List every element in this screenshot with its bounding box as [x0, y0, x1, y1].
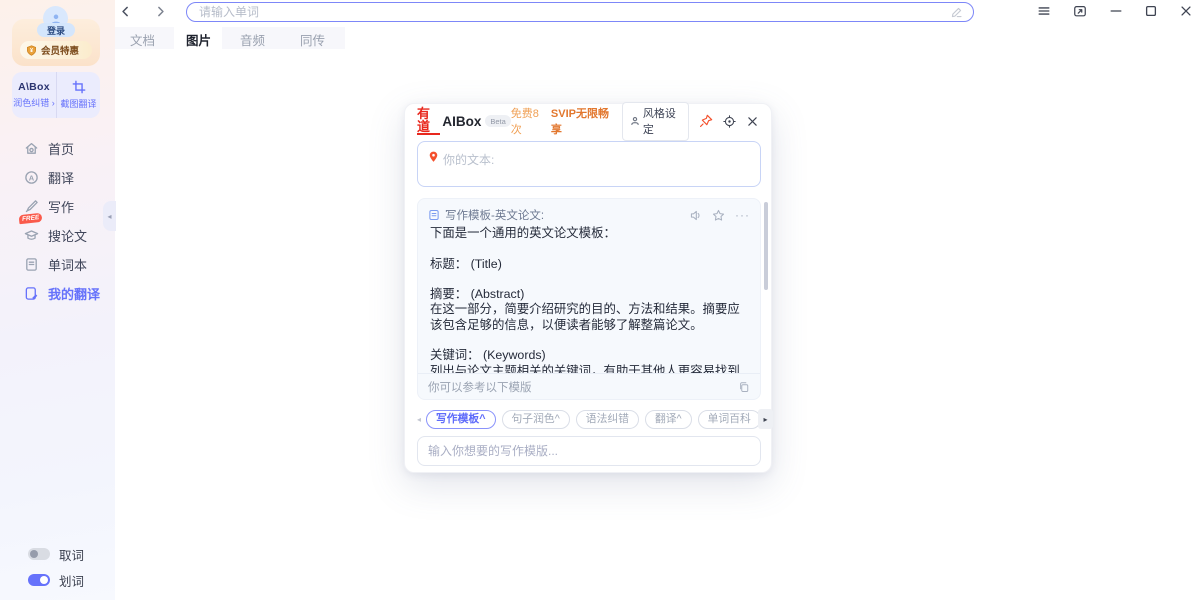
- sidebar-item-label: 单词本: [48, 255, 87, 274]
- mini-window-button[interactable]: [1072, 3, 1088, 19]
- close-icon: [1179, 4, 1193, 18]
- sidebar-item-translate[interactable]: A 翻译: [0, 163, 115, 192]
- result-title: 写作模板-英文论文:: [445, 207, 544, 223]
- chip-translate[interactable]: 翻译^: [645, 410, 692, 429]
- word-select-toggle[interactable]: [28, 574, 50, 586]
- handwriting-pen-icon[interactable]: [950, 6, 963, 19]
- aibox-dialog: 有道 AIBox Beta 免费8次 SVIP无限畅享 风格设定 你的文本:: [404, 103, 772, 473]
- crop-icon: [72, 80, 86, 94]
- back-button[interactable]: [117, 3, 133, 19]
- sidebar-item-wordbook[interactable]: 单词本: [0, 250, 115, 279]
- result-actions: ···: [689, 208, 750, 222]
- collapse-arrow-icon: ◂: [107, 212, 111, 221]
- mini-window-icon: [1073, 4, 1087, 18]
- chip-word-encyclopedia[interactable]: 单词百科: [698, 410, 761, 429]
- sidebar-item-my-translation[interactable]: 我的翻译: [0, 279, 115, 308]
- sidebar: 登录 ¥ 会员特惠 A\Box 润色纠错 › 截图翻译 首页 A 翻译: [0, 0, 115, 600]
- search-bar: [186, 2, 974, 22]
- pin-icon[interactable]: [699, 114, 713, 128]
- sidebar-item-label: 我的翻译: [48, 284, 100, 303]
- tab-audio[interactable]: 音频: [240, 30, 265, 49]
- speaker-icon[interactable]: [689, 209, 702, 222]
- style-setting-button[interactable]: 风格设定: [622, 102, 689, 141]
- minimize-button[interactable]: [1108, 3, 1124, 19]
- template-doc-icon: [428, 209, 440, 221]
- chips-scroll-right-button[interactable]: ▸: [758, 409, 773, 429]
- your-text-input-area[interactable]: 你的文本:: [417, 141, 761, 187]
- chip-writing-template[interactable]: 写作模板^: [426, 410, 496, 429]
- result-card-header: 写作模板-英文论文: ···: [418, 199, 760, 223]
- sidebar-item-label: 搜论文: [48, 226, 87, 245]
- template-result-card: 写作模板-英文论文: ··· 下面是一个通用的英文论文模板： 标题： (Titl…: [417, 198, 761, 400]
- graduation-cap-icon: [24, 228, 39, 243]
- person-icon: [630, 116, 640, 126]
- sidebar-item-home[interactable]: 首页: [0, 134, 115, 163]
- template-prompt-input[interactable]: [418, 437, 760, 465]
- vip-offer-button[interactable]: ¥ 会员特惠: [20, 41, 92, 59]
- more-options-icon[interactable]: ···: [735, 208, 750, 222]
- translate-icon: A: [24, 170, 39, 185]
- hamburger-icon: [1037, 4, 1051, 18]
- aibox-title: AIBox: [442, 114, 481, 129]
- close-window-button[interactable]: [1178, 3, 1194, 19]
- vip-offer-label: 会员特惠: [41, 43, 79, 57]
- tab-document[interactable]: 文档: [130, 30, 155, 49]
- forward-button[interactable]: [152, 3, 168, 19]
- chips-scroller: 写作模板^ 句子润色^ 语法纠错 翻译^ 单词百科 论文去: [426, 410, 761, 429]
- tab-simultaneous[interactable]: 同传: [300, 30, 325, 49]
- dialog-scrollbar-thumb[interactable]: [764, 202, 768, 290]
- result-card-footer: 你可以参考以下模版: [418, 373, 760, 399]
- aibox-shortcut-card: A\Box 润色纠错 › 截图翻译: [12, 72, 100, 118]
- login-button[interactable]: 登录: [37, 23, 75, 37]
- youdao-logo: 有道: [417, 107, 440, 135]
- chip-sentence-polish[interactable]: 句子润色^: [502, 410, 570, 429]
- aibox-polish-label: 润色纠错 ›: [13, 96, 55, 109]
- footer-hint-text: 你可以参考以下模版: [428, 379, 532, 395]
- pen-icon: [24, 199, 39, 214]
- maximize-icon: [1144, 4, 1158, 18]
- book-icon: [24, 257, 39, 272]
- sidebar-collapse-handle[interactable]: ◂: [103, 201, 116, 231]
- home-icon: [24, 141, 39, 156]
- login-area[interactable]: 登录 ¥ 会员特惠: [12, 6, 100, 66]
- maximize-button[interactable]: [1143, 3, 1159, 19]
- aibox-dialog-header: 有道 AIBox Beta 免费8次 SVIP无限畅享 风格设定: [405, 104, 771, 138]
- screenshot-translate-shortcut[interactable]: 截图翻译: [56, 72, 100, 118]
- minimize-icon: [1109, 4, 1123, 18]
- chip-grammar-check[interactable]: 语法纠错: [576, 410, 639, 429]
- close-dialog-button[interactable]: [746, 115, 759, 128]
- svip-promo-link[interactable]: SVIP无限畅享: [551, 105, 613, 137]
- search-input[interactable]: [187, 5, 950, 19]
- word-capture-toggle-row: 取词: [28, 544, 118, 564]
- favorite-star-icon[interactable]: [712, 209, 725, 222]
- sidebar-item-label: 写作: [48, 197, 74, 216]
- copy-icon[interactable]: [738, 381, 750, 393]
- function-chips-row: ◂ 写作模板^ 句子润色^ 语法纠错 翻译^ 单词百科 论文去: [417, 408, 761, 430]
- location-pin-icon: [428, 151, 439, 163]
- word-capture-toggle[interactable]: [28, 548, 50, 560]
- svg-text:A: A: [29, 173, 35, 182]
- chips-scroll-left-icon[interactable]: ◂: [417, 415, 421, 424]
- sidebar-item-paper-search[interactable]: 搜论文: [0, 221, 115, 250]
- template-body-text: 下面是一个通用的英文论文模板： 标题： (Title) 摘要： (Abstrac…: [430, 226, 752, 373]
- beta-badge: Beta: [485, 115, 510, 127]
- tab-image[interactable]: 图片: [186, 30, 211, 49]
- style-setting-label: 风格设定: [643, 105, 681, 137]
- screenshot-translate-label: 截图翻译: [60, 97, 96, 110]
- sidebar-item-label: 翻译: [48, 168, 74, 187]
- free-quota-label: 免费8次: [511, 105, 546, 137]
- your-text-placeholder: 你的文本:: [443, 151, 494, 168]
- template-prompt-box: [417, 436, 761, 466]
- sidebar-item-writing[interactable]: 写作: [0, 192, 115, 221]
- settings-gear-icon[interactable]: [723, 115, 736, 128]
- word-select-toggle-row: 划词: [28, 570, 118, 590]
- aibox-polish-shortcut[interactable]: A\Box 润色纠错 ›: [12, 72, 56, 118]
- my-translation-icon: [24, 286, 39, 301]
- toggle-label: 划词: [59, 571, 84, 590]
- menu-button[interactable]: [1036, 3, 1052, 19]
- aibox-logo: A\Box: [18, 81, 50, 93]
- vip-badge-icon: ¥: [26, 45, 37, 56]
- toggle-label: 取词: [59, 545, 84, 564]
- sidebar-item-label: 首页: [48, 139, 74, 158]
